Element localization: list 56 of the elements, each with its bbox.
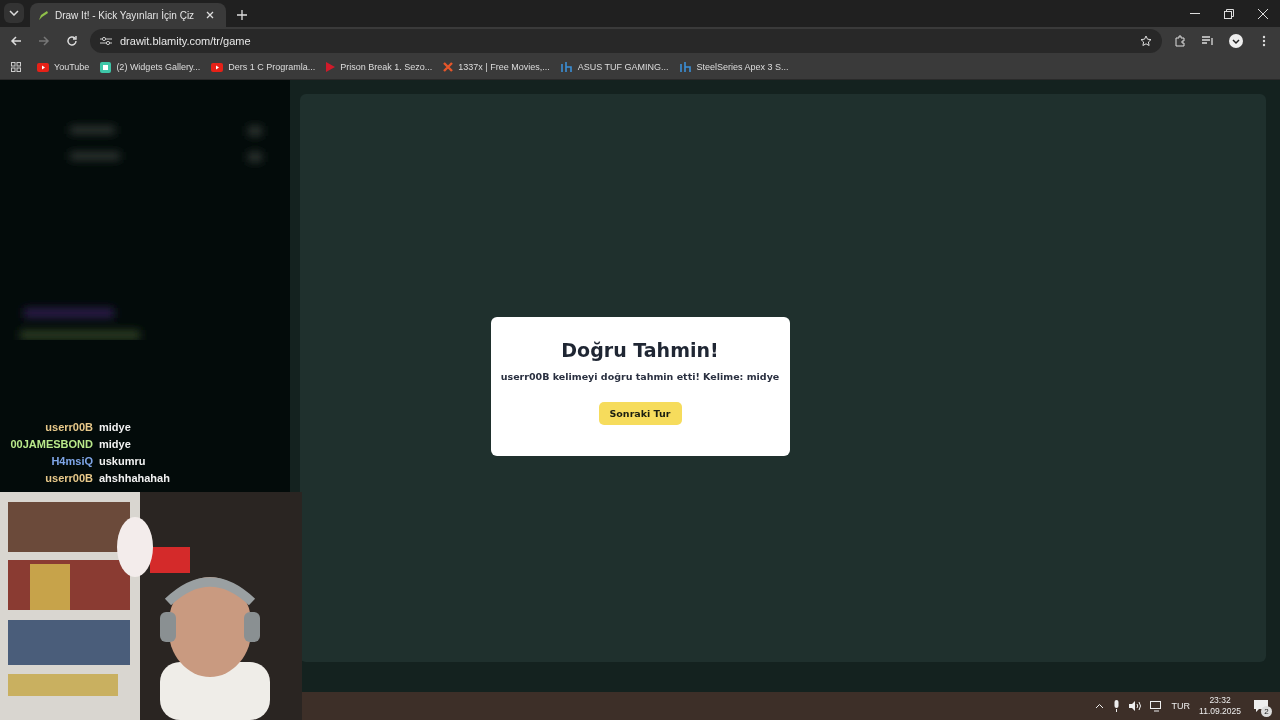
bookmark-link[interactable]: ASUS TUF GAMING... [560,62,669,72]
bookmark-link[interactable]: (2) Widgets Gallery... [100,61,201,73]
chat-message: ahshhahahah [99,471,170,486]
play-icon [211,62,224,72]
chat-message: midye [99,420,131,435]
language-indicator[interactable]: TUR [1171,701,1191,711]
chat-username: H4msiQ [50,454,93,469]
chevron-down-icon [9,10,19,16]
microphone-icon[interactable] [1112,700,1120,712]
puzzle-icon [1174,35,1186,47]
url-text: drawit.blamity.com/tr/game [120,35,251,47]
chevron-up-icon[interactable] [1094,703,1104,709]
chat-username: 00JAMESBOND [9,437,93,452]
chat-username: userr00B [44,471,93,486]
network-icon[interactable] [1149,700,1163,712]
browser-tab[interactable]: Draw It! - Kick Yayınları İçin Çiz [30,3,227,27]
playlist-icon [1202,36,1214,46]
cross-icon [443,62,454,72]
pencil-icon [38,9,49,21]
address-bar[interactable]: drawit.blamity.com/tr/game [90,29,1162,53]
profile-button[interactable] [1226,31,1246,51]
h-logo-icon [560,62,573,72]
grid-icon [11,62,21,72]
dialog-title: Doğru Tahmin! [561,338,719,361]
site-settings-icon [100,36,112,46]
bookmark-link[interactable]: YouTube [37,62,90,72]
tab-title: Draw It! - Kick Yayınları İçin Çiz [55,9,195,21]
close-icon [206,11,215,19]
dialog-message: userr00B kelimeyi doğru tahmin etti! Kelime: midye [500,370,780,382]
notification-count: 2 [1261,706,1272,717]
arrow-left-icon [10,35,22,47]
star-icon[interactable] [1140,35,1152,47]
play-icon [37,62,49,72]
next-round-button[interactable]: Sonraki Tur [598,401,682,425]
bookmark-link[interactable]: 1337x | Free Movies,... [443,62,550,72]
notifications-button[interactable]: 2 [1250,695,1272,717]
restore-icon [1224,8,1234,19]
speaker-icon[interactable] [1128,701,1141,711]
h-logo-icon [679,62,692,72]
chat-message: uskumru [99,454,146,469]
arrow-right-icon [38,35,50,47]
bookmark-link[interactable]: SteelSeries Apex 3 S... [679,62,789,72]
reload-icon [66,35,78,47]
close-icon [1258,8,1268,19]
widget-icon [100,61,112,73]
play-icon [326,62,336,72]
chat-message: midye [99,437,131,452]
profile-icon [1229,34,1243,48]
more-icon [1262,35,1266,47]
tab-list-button[interactable] [4,3,24,23]
clock[interactable]: 23:32 11.09.2025 [1199,695,1241,717]
bookmark-link[interactable]: Prison Break 1. Sezo... [326,62,433,72]
minimize-icon [1190,13,1200,14]
plus-icon [237,10,248,20]
chat-username: userr00B [44,420,93,435]
bookmark-link[interactable]: Ders 1 C Programla... [211,62,316,72]
